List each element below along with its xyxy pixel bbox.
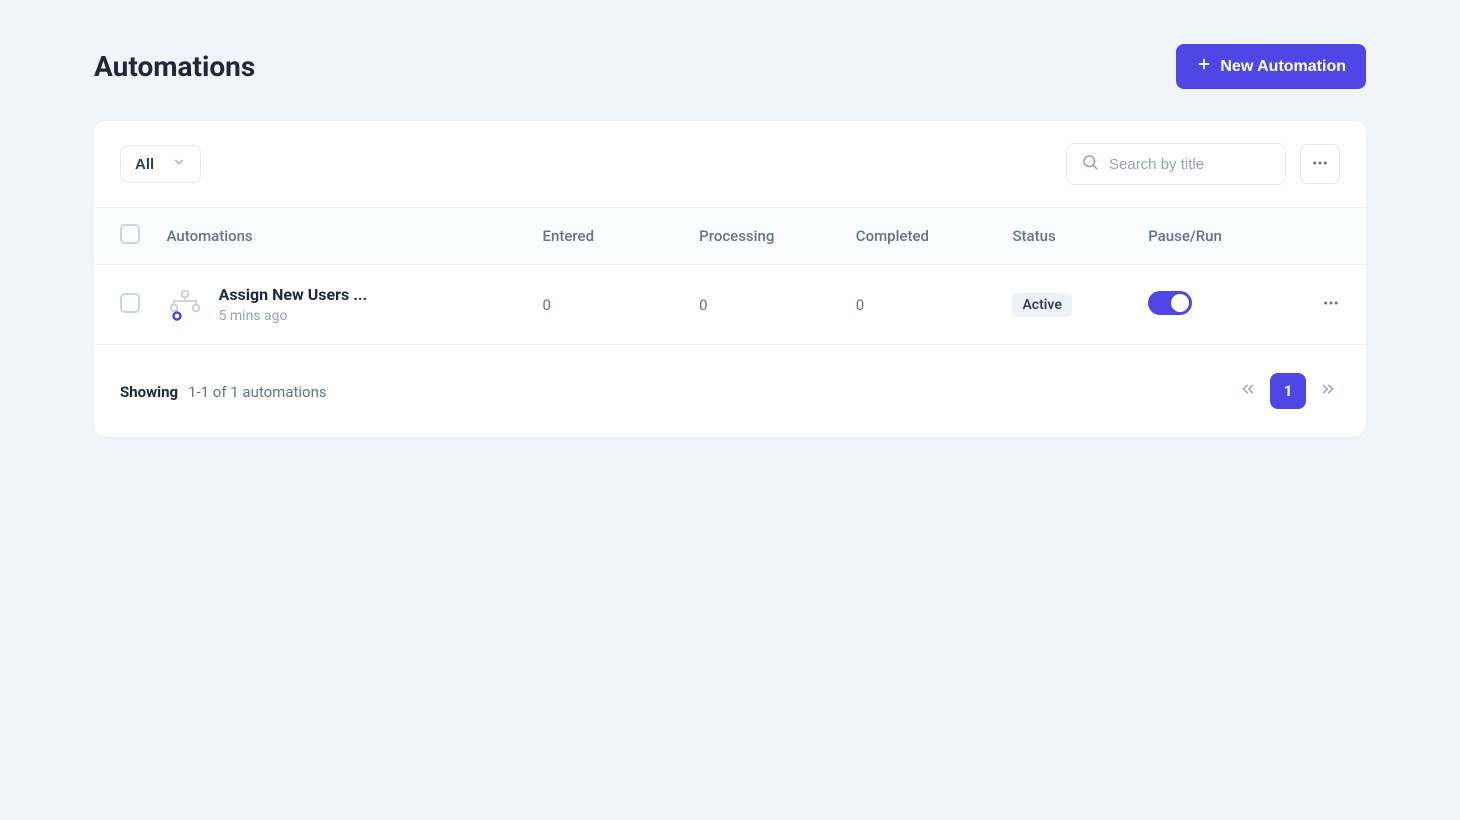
more-horizontal-icon (1311, 154, 1329, 175)
status-badge: Active (1012, 293, 1071, 317)
row-more-button[interactable] (1322, 294, 1340, 316)
col-header-entered: Entered (531, 208, 688, 265)
showing-detail: 1-1 of 1 automations (188, 383, 327, 401)
col-header-status: Status (1000, 208, 1136, 265)
new-automation-button[interactable]: New Automation (1176, 44, 1366, 89)
chevrons-left-icon (1239, 380, 1257, 402)
automation-time: 5 mins ago (219, 308, 368, 324)
page-prev-button[interactable] (1236, 379, 1260, 403)
page-title: Automations (94, 50, 255, 83)
automations-table: Automations Entered Processing Completed… (94, 207, 1366, 345)
cell-completed: 0 (844, 265, 1001, 345)
showing-label: Showing (120, 383, 178, 401)
more-horizontal-icon (1322, 294, 1340, 316)
chevron-down-icon (172, 155, 186, 173)
table-footer: Showing 1-1 of 1 automations 1 (94, 345, 1366, 437)
chevrons-right-icon (1319, 380, 1337, 402)
cell-processing: 0 (687, 265, 844, 345)
automations-card: All (94, 121, 1366, 437)
col-header-automations: Automations (155, 208, 531, 265)
page-next-button[interactable] (1316, 379, 1340, 403)
pagination: 1 (1236, 373, 1340, 409)
col-header-processing: Processing (687, 208, 844, 265)
filter-dropdown[interactable]: All (120, 145, 201, 183)
plus-icon (1196, 56, 1212, 77)
page-number-current[interactable]: 1 (1270, 373, 1306, 409)
new-automation-label: New Automation (1220, 58, 1346, 76)
filter-label: All (135, 156, 154, 173)
automation-title: Assign New Users ... (219, 285, 368, 304)
col-header-completed: Completed (844, 208, 1001, 265)
search-input[interactable] (1109, 156, 1271, 173)
table-row[interactable]: Assign New Users ... 5 mins ago 0 0 0 Ac… (94, 265, 1366, 345)
col-header-pause-run: Pause/Run (1136, 208, 1293, 265)
toolbar-more-button[interactable] (1300, 144, 1340, 184)
row-checkbox[interactable] (120, 293, 140, 313)
search-field[interactable] (1066, 143, 1286, 185)
toolbar: All (94, 121, 1366, 207)
select-all-checkbox[interactable] (120, 224, 140, 244)
cell-entered: 0 (531, 265, 688, 345)
page-header: Automations New Automation (94, 44, 1366, 89)
workflow-icon (167, 287, 203, 323)
run-toggle[interactable] (1148, 291, 1192, 315)
search-icon (1081, 153, 1099, 175)
